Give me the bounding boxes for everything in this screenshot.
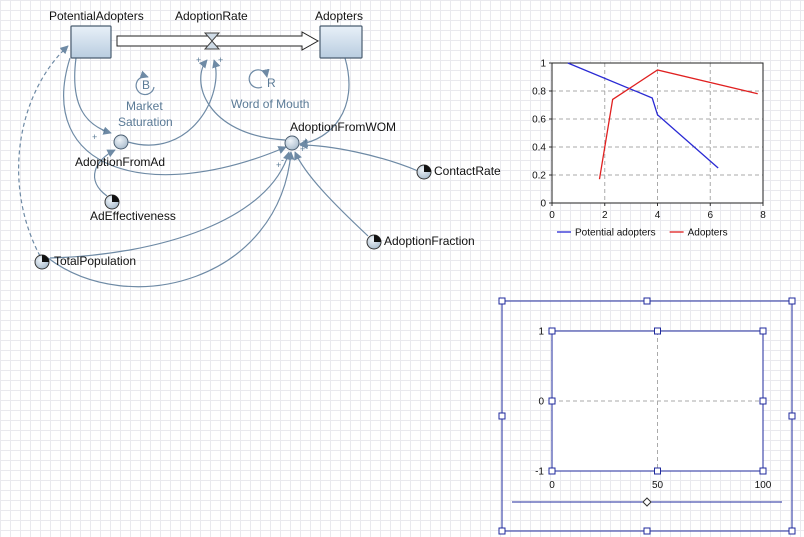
time-slider-knob[interactable] <box>642 497 652 507</box>
link-fraction-to-fromwom[interactable] <box>294 151 369 237</box>
y-tick-label: 0 <box>540 199 546 210</box>
plot-area-handle[interactable] <box>548 467 556 475</box>
sign-plus: + <box>102 126 107 136</box>
y-tick-label: 0 <box>538 397 544 408</box>
plot-area-handle[interactable] <box>759 397 767 405</box>
resize-handle[interactable] <box>788 412 796 420</box>
loop-reinforcing[interactable]: R Word of Mouth <box>231 68 309 111</box>
x-tick-label: 8 <box>760 210 766 221</box>
resize-handle[interactable] <box>498 412 506 420</box>
param-marker-icon <box>42 255 49 262</box>
loop-arrow-icon <box>248 68 270 89</box>
loop-balancing[interactable]: B Market Saturation <box>118 70 173 129</box>
param-label-adoption-fraction: AdoptionFraction <box>384 234 475 248</box>
stock-label-potential-adopters: PotentialAdopters <box>49 9 144 23</box>
legend-label: Adopters <box>688 228 728 239</box>
y-tick-label: 0.2 <box>532 171 546 182</box>
aux-adoption-from-wom[interactable] <box>284 135 300 151</box>
link-contact-to-fromwom[interactable] <box>299 140 419 172</box>
plot-area-handle[interactable] <box>759 327 767 335</box>
model-canvas[interactable]: + + + + + + + - B Market Saturation R Wo… <box>0 0 804 537</box>
param-marker-icon <box>374 235 381 242</box>
x-tick-label: 6 <box>707 210 713 221</box>
x-tick-label: 0 <box>549 480 555 491</box>
resize-handle[interactable] <box>643 297 651 305</box>
y-tick-label: 0.8 <box>532 87 546 98</box>
param-marker-icon <box>424 165 431 172</box>
resize-handle[interactable] <box>498 527 506 535</box>
y-tick-label: 0.6 <box>532 115 546 126</box>
loop-symbol: B <box>142 78 150 92</box>
empty-plot-chart[interactable]: 0 50 100 -1 0 1 <box>498 297 796 535</box>
x-tick-label: 2 <box>602 210 608 221</box>
sign-plus: + <box>196 55 201 65</box>
aux-label-adoption-from-ad: AdoptionFromAd <box>75 155 165 169</box>
param-label-ad-effectiveness: AdEffectiveness <box>90 209 176 223</box>
sign-minus: - <box>281 155 284 165</box>
resize-handle[interactable] <box>498 297 506 305</box>
adoption-flow[interactable] <box>116 31 320 51</box>
legend-label: Potential adopters <box>575 228 656 239</box>
y-tick-label: -1 <box>535 467 544 478</box>
sign-plus: + <box>92 132 97 142</box>
link-total-to-potential[interactable] <box>18 45 69 257</box>
time-plot-chart[interactable]: 0 2 4 6 8 0 0.2 0.4 0.6 0.8 1 Potential adopters Ado… <box>532 59 766 239</box>
param-contact-rate[interactable] <box>416 164 432 180</box>
plot-area-handle[interactable] <box>654 467 661 475</box>
x-tick-label: 4 <box>655 210 661 221</box>
y-tick-label: 1 <box>538 327 544 338</box>
resize-handle[interactable] <box>643 527 651 535</box>
stock-adopters[interactable] <box>319 25 363 59</box>
param-adoption-fraction[interactable] <box>366 234 382 250</box>
stock-label-adopters: Adopters <box>315 9 363 23</box>
loop-label-line2: Saturation <box>118 115 173 129</box>
loop-symbol: R <box>267 76 276 90</box>
link-potential-to-fromad[interactable] <box>74 57 112 135</box>
x-tick-label: 0 <box>549 210 555 221</box>
stock-potential-adopters[interactable] <box>70 25 112 59</box>
resize-handle[interactable] <box>788 297 796 305</box>
plot-area-handle[interactable] <box>548 327 556 335</box>
plot-area-handle[interactable] <box>548 397 556 405</box>
sign-plus: + <box>218 55 223 65</box>
flow-label-adoption-rate: AdoptionRate <box>175 9 248 23</box>
loop-label-line1: Word of Mouth <box>231 97 309 111</box>
param-marker-icon <box>112 195 119 202</box>
sign-plus: + <box>300 144 305 154</box>
x-tick-label: 50 <box>652 480 664 491</box>
y-tick-label: 0.4 <box>532 143 546 154</box>
plot-area-handle[interactable] <box>759 467 767 475</box>
param-label-contact-rate: ContactRate <box>434 164 501 178</box>
aux-adoption-from-ad[interactable] <box>113 134 129 150</box>
aux-label-adoption-from-wom: AdoptionFromWOM <box>290 120 396 134</box>
resize-handle[interactable] <box>788 527 796 535</box>
y-tick-label: 1 <box>540 59 546 70</box>
param-ad-effectiveness[interactable] <box>104 194 120 210</box>
loop-label-line1: Market <box>126 99 163 113</box>
param-total-population[interactable] <box>34 254 50 270</box>
param-label-total-population: TotalPopulation <box>54 254 136 268</box>
x-tick-label: 100 <box>755 480 772 491</box>
link-signs: + + + + + + + - <box>92 55 308 170</box>
plot-area-handle[interactable] <box>654 327 661 335</box>
